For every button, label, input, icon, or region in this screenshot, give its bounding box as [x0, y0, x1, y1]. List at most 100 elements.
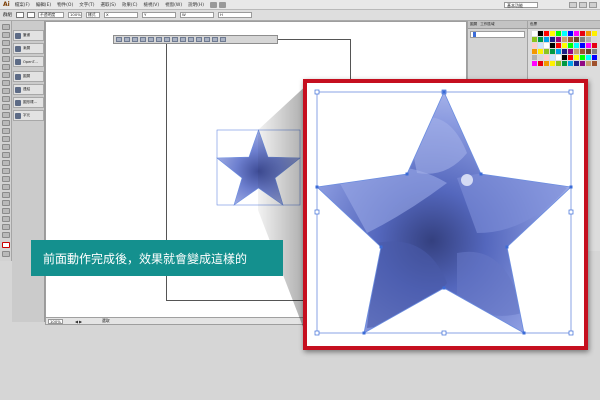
blob-brush-tool-icon[interactable]: [2, 96, 10, 102]
height-field[interactable]: H: [218, 12, 252, 18]
swatch[interactable]: [550, 43, 555, 48]
tab-swatches[interactable]: 色票: [528, 21, 600, 29]
distribute-right-icon[interactable]: [204, 37, 210, 42]
panel-character[interactable]: 字元: [13, 110, 44, 121]
blend-tool-icon[interactable]: [2, 184, 10, 190]
align-bottom-icon[interactable]: [156, 37, 162, 42]
swatch[interactable]: [538, 43, 543, 48]
rotate-tool-icon[interactable]: [2, 112, 10, 118]
swatch[interactable]: [556, 61, 561, 66]
menu-help[interactable]: 說明(H): [188, 2, 204, 8]
swatch[interactable]: [544, 61, 549, 66]
swatch[interactable]: [580, 49, 585, 54]
paintbrush-tool-icon[interactable]: [2, 80, 10, 86]
transform-icon[interactable]: [212, 37, 218, 42]
zoom-level[interactable]: 100%: [48, 318, 63, 324]
line-tool-icon[interactable]: [2, 64, 10, 70]
swatch[interactable]: [550, 55, 555, 60]
pen-tool-icon[interactable]: [2, 48, 10, 54]
mesh-tool-icon[interactable]: [2, 160, 10, 166]
swatch[interactable]: [538, 31, 543, 36]
style-field[interactable]: 樣式: [86, 12, 100, 18]
menu-view[interactable]: 檢視(V): [144, 2, 160, 8]
tab-layers[interactable]: 圖層: [470, 22, 477, 27]
pencil-tool-icon[interactable]: [2, 88, 10, 94]
panel-opentype[interactable]: OpenT...: [13, 56, 44, 67]
panel-graphic-styles[interactable]: 圖形樣...: [13, 97, 44, 108]
swatch[interactable]: [574, 37, 579, 42]
swatch[interactable]: [574, 55, 579, 60]
bridge-icon[interactable]: [210, 1, 217, 8]
fill-stroke-icon[interactable]: [2, 242, 10, 248]
swatch[interactable]: [562, 55, 567, 60]
swatch[interactable]: [592, 55, 597, 60]
arrange-documents-icon[interactable]: [219, 1, 226, 8]
swatch[interactable]: [544, 37, 549, 42]
type-tool-icon[interactable]: [2, 56, 10, 62]
swatch[interactable]: [550, 37, 555, 42]
swatch[interactable]: [586, 49, 591, 54]
x-field[interactable]: X: [104, 12, 138, 18]
menu-window[interactable]: 視窗(W): [165, 2, 182, 8]
swatch[interactable]: [544, 31, 549, 36]
swatch[interactable]: [562, 43, 567, 48]
opacity-field[interactable]: 不透明度: [38, 12, 64, 18]
align-right-icon[interactable]: [132, 37, 138, 42]
maximize-icon[interactable]: [579, 2, 587, 8]
swatch[interactable]: [568, 61, 573, 66]
swatch[interactable]: [568, 55, 573, 60]
distribute-top-icon[interactable]: [164, 37, 170, 42]
panel-layers[interactable]: 圖層: [13, 71, 44, 82]
swatch[interactable]: [586, 55, 591, 60]
swatch[interactable]: [562, 31, 567, 36]
swatch[interactable]: [568, 49, 573, 54]
artboard-nav-icon[interactable]: ◀ ▶: [75, 319, 82, 324]
swatch[interactable]: [574, 49, 579, 54]
screen-mode-icon[interactable]: [2, 251, 10, 257]
swatch[interactable]: [538, 61, 543, 66]
stroke-swatch[interactable]: [27, 12, 35, 18]
eyedropper-tool-icon[interactable]: [2, 176, 10, 182]
large-star-artwork[interactable]: [307, 83, 584, 346]
shape-builder-tool-icon[interactable]: [2, 144, 10, 150]
scale-tool-icon[interactable]: [2, 120, 10, 126]
swatch[interactable]: [580, 43, 585, 48]
swatch-grid[interactable]: [532, 31, 598, 71]
panel-stroke[interactable]: 筆畫: [13, 30, 44, 41]
swatch[interactable]: [586, 37, 591, 42]
swatch[interactable]: [562, 49, 567, 54]
artboard-tool-icon[interactable]: [2, 208, 10, 214]
perspective-grid-tool-icon[interactable]: [2, 152, 10, 158]
swatch[interactable]: [592, 61, 597, 66]
selection-tool-icon[interactable]: [2, 24, 10, 30]
swatch[interactable]: [568, 31, 573, 36]
distribute-left-icon[interactable]: [188, 37, 194, 42]
distribute-center-icon[interactable]: [172, 37, 178, 42]
swatch[interactable]: [532, 49, 537, 54]
swatch[interactable]: [592, 43, 597, 48]
swatch[interactable]: [580, 37, 585, 42]
symbol-sprayer-tool-icon[interactable]: [2, 192, 10, 198]
swatch[interactable]: [580, 61, 585, 66]
close-icon[interactable]: [589, 2, 597, 8]
panel-links[interactable]: 連結: [13, 84, 44, 95]
swatch[interactable]: [556, 49, 561, 54]
panel-gradient[interactable]: 漸層: [13, 43, 44, 54]
swatch[interactable]: [556, 31, 561, 36]
swatch[interactable]: [568, 43, 573, 48]
swatch[interactable]: [592, 49, 597, 54]
swatch[interactable]: [538, 37, 543, 42]
swatch[interactable]: [580, 31, 585, 36]
swatch[interactable]: [556, 55, 561, 60]
swatch[interactable]: [538, 49, 543, 54]
menu-edit[interactable]: 編輯(E): [36, 2, 51, 8]
eraser-tool-icon[interactable]: [2, 104, 10, 110]
swatch[interactable]: [562, 37, 567, 42]
swatch[interactable]: [538, 55, 543, 60]
minimize-icon[interactable]: [569, 2, 577, 8]
slice-tool-icon[interactable]: [2, 216, 10, 222]
layer-row[interactable]: [470, 31, 525, 38]
align-top-icon[interactable]: [140, 37, 146, 42]
tab-artboards[interactable]: 工作區域: [480, 22, 494, 27]
swatch[interactable]: [574, 61, 579, 66]
